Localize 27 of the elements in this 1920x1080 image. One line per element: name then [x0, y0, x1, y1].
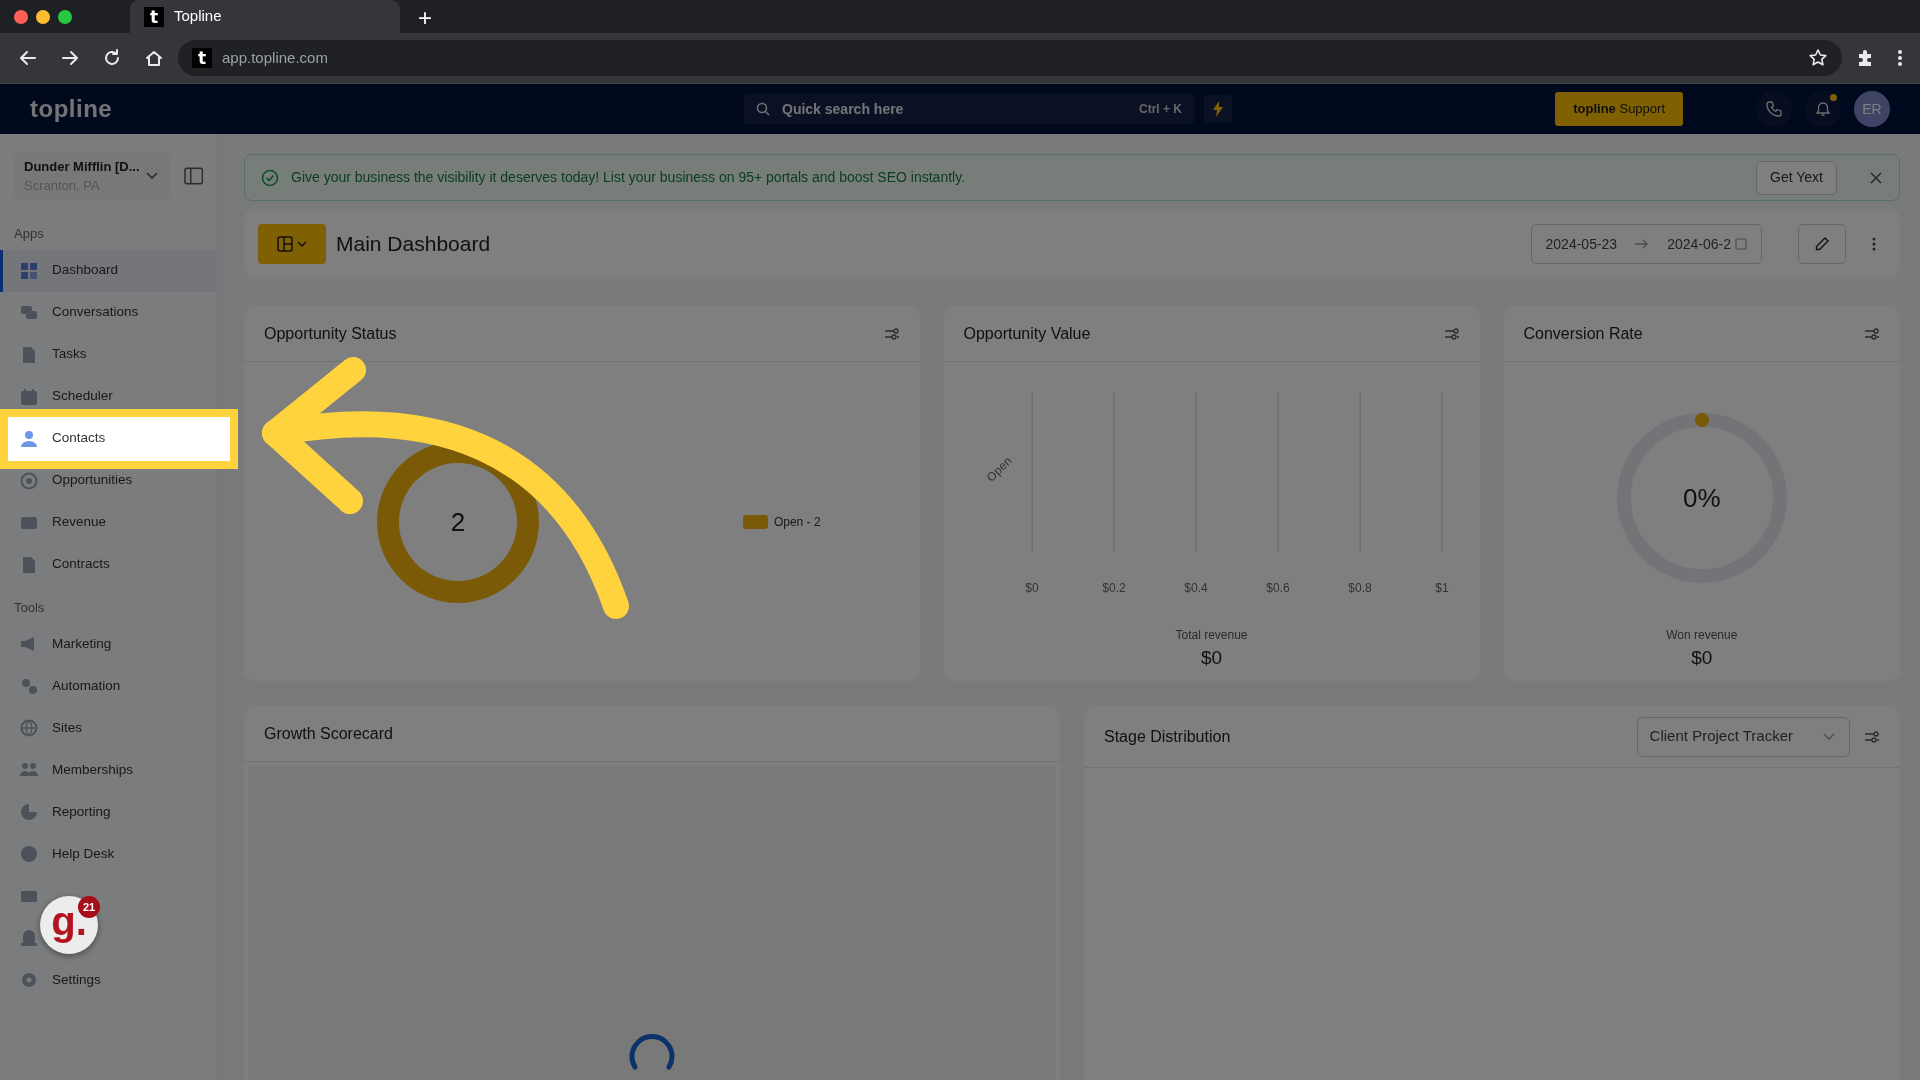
shortcut-hint: Ctrl + K	[1139, 101, 1182, 118]
tick-label: $0.2	[1101, 581, 1126, 595]
account-name: Dunder Mifflin [D...	[24, 157, 140, 176]
logo: topline	[30, 94, 114, 124]
widget-title: Conversion Rate	[1523, 323, 1643, 344]
total-label: Total revenue	[1175, 627, 1248, 644]
tick-label: $0.4	[1183, 581, 1208, 595]
donut-total: 2	[450, 505, 466, 538]
widget-title: Opportunity Status	[264, 323, 397, 344]
tick-label: $0	[1024, 581, 1039, 595]
section-label: Tools	[13, 598, 46, 617]
widget-title: Opportunity Value	[963, 323, 1091, 344]
tick-label: $0.6	[1265, 581, 1290, 595]
banner-message: Give your business the visibility it deserves today! List your business on 95+ portals and boost SEO instantly.	[291, 168, 966, 187]
favicon: t	[192, 48, 212, 68]
conversion-rate-value: 0%	[1682, 481, 1721, 515]
won-revenue-value: $0	[1691, 646, 1713, 670]
favicon: t	[144, 6, 164, 27]
won-revenue-label: Won revenue	[1666, 627, 1738, 644]
total-value: $0	[1200, 646, 1223, 670]
dashboard-title: Main Dashboard	[336, 231, 491, 258]
legend-label: Open - 2	[773, 513, 821, 531]
tick-label: $0.8	[1347, 581, 1372, 595]
section-label: Apps	[13, 225, 45, 243]
widget-title: Stage Distribution	[1104, 726, 1231, 747]
widget-title: Growth Scorecard	[264, 723, 393, 744]
tick-label: $1	[1434, 581, 1449, 595]
